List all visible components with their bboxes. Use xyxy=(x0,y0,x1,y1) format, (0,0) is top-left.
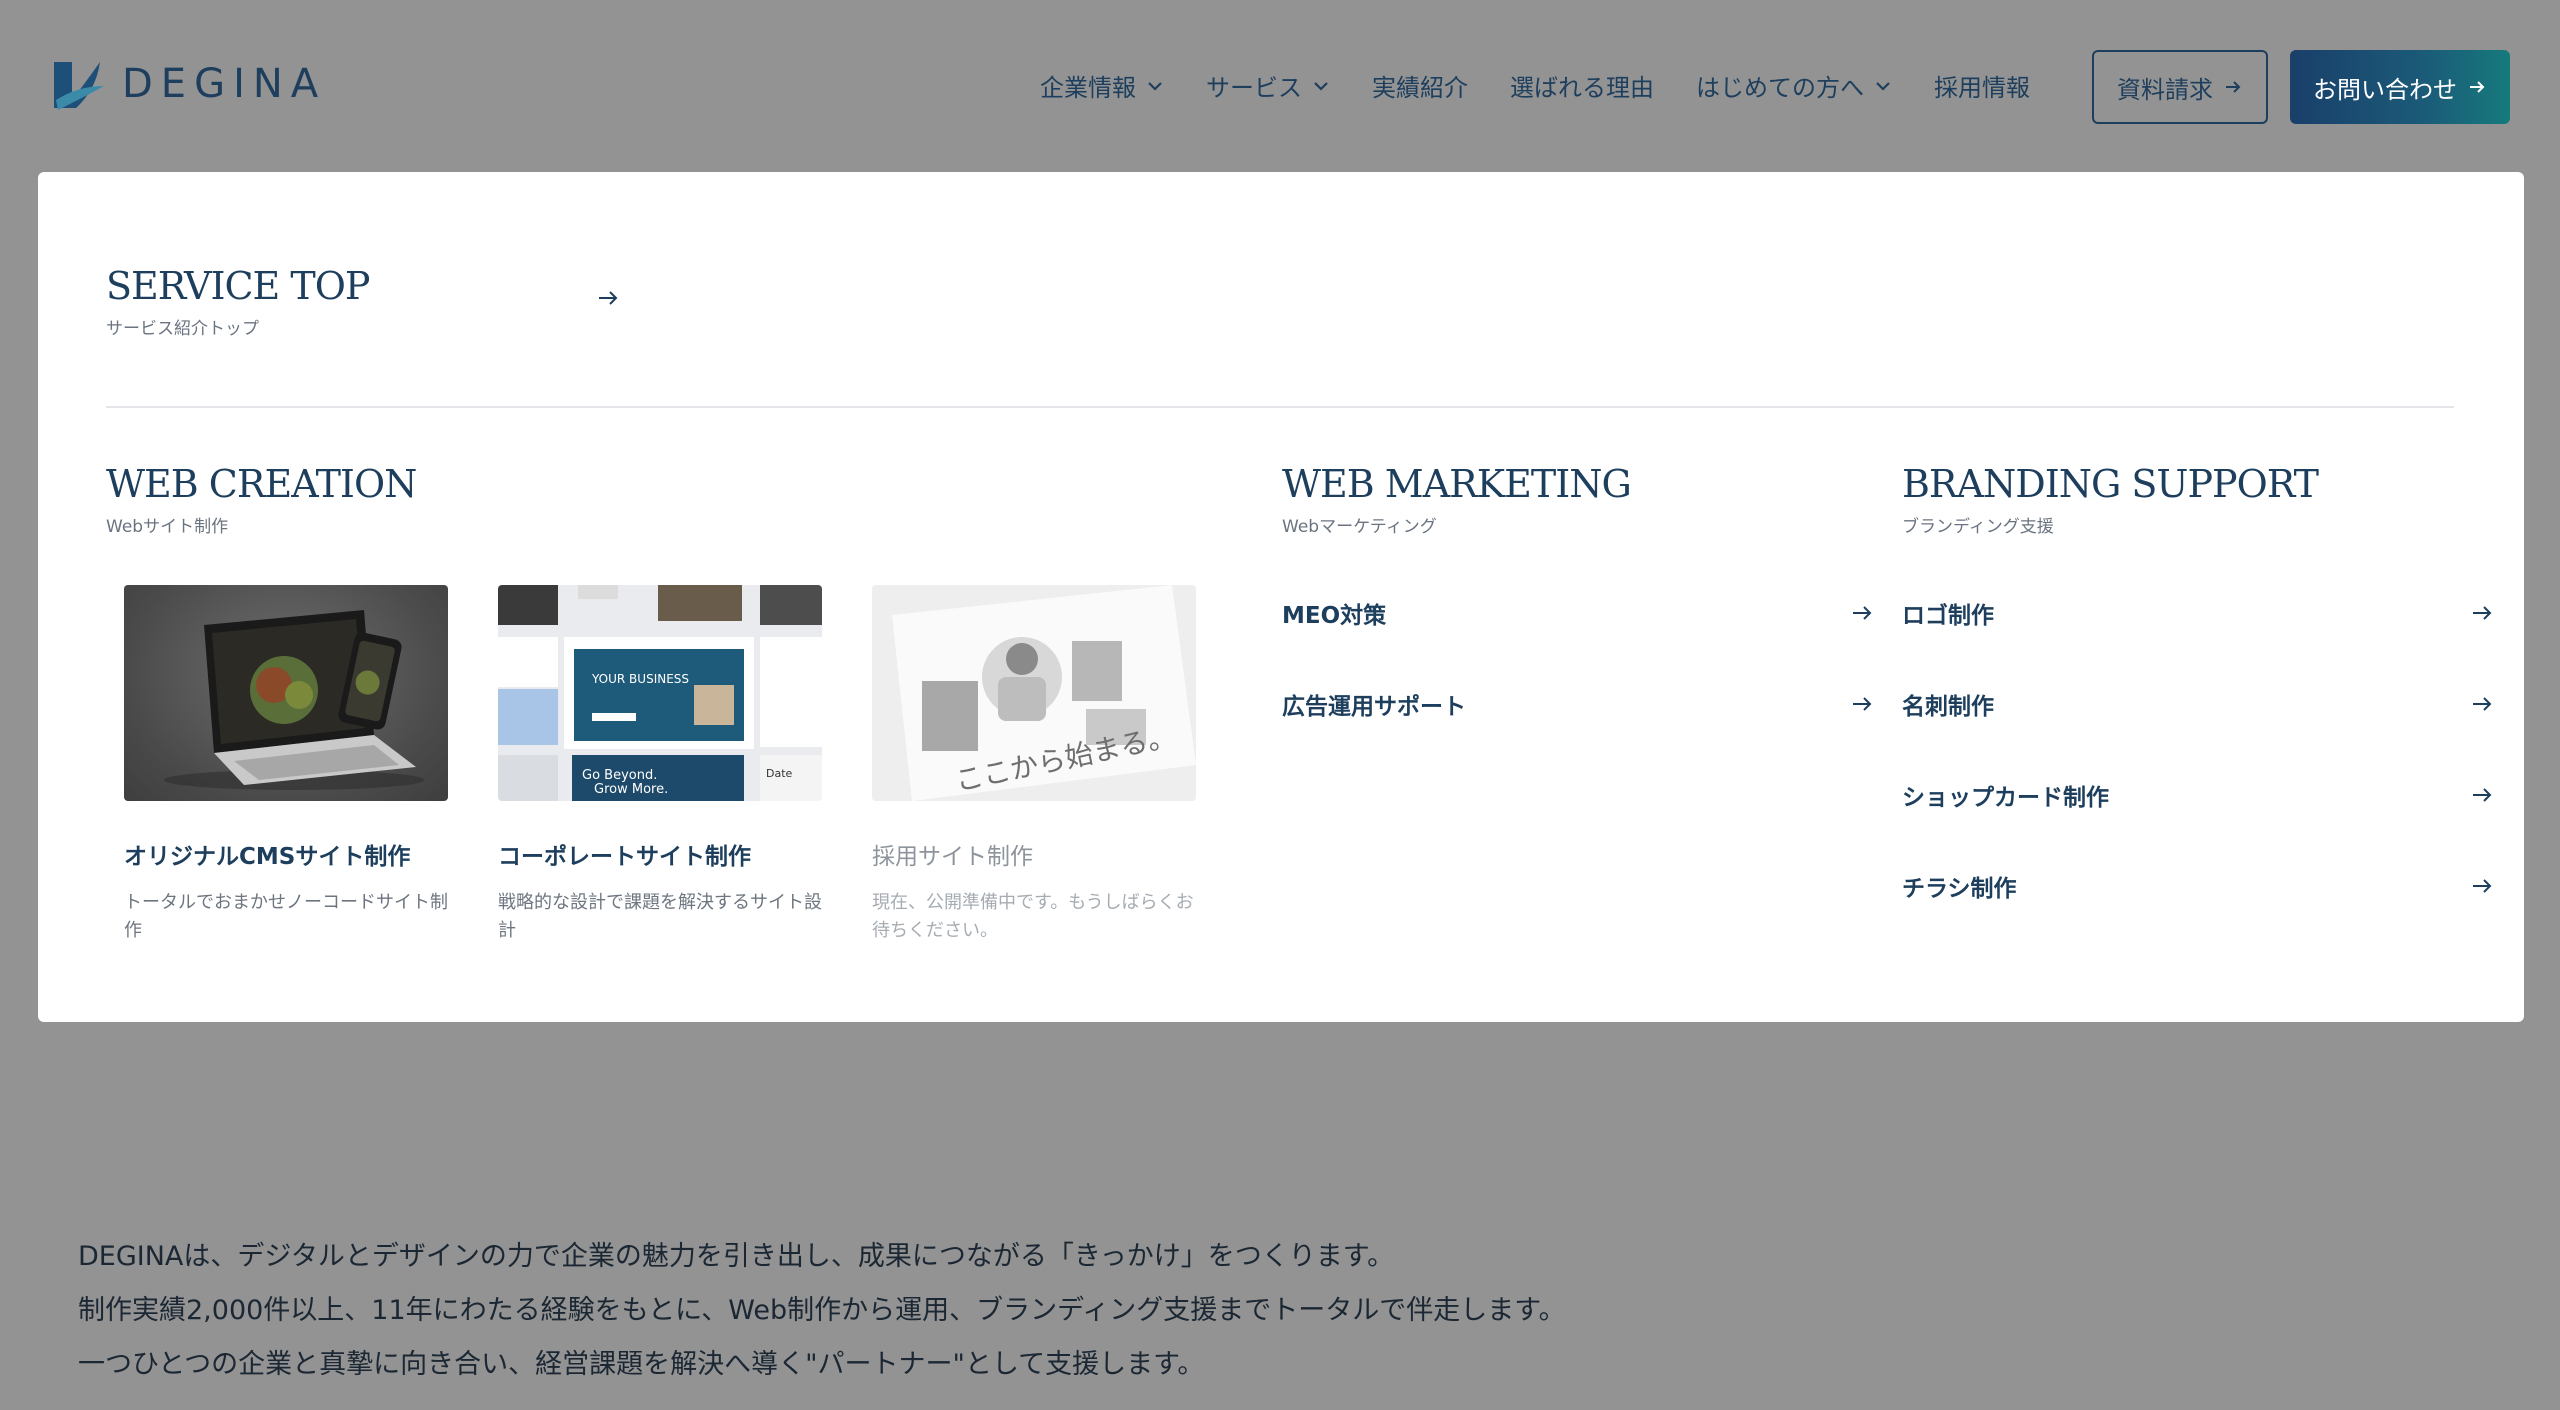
branding-support-heading: BRANDING SUPPORT ブランディング支援 xyxy=(1902,462,2319,537)
laptop-mockup-image xyxy=(124,585,448,801)
intro-line: 一つひとつの企業と真摯に向き合い、経営課題を解決へ導く"パートナー"として支援し… xyxy=(78,1349,1205,1380)
collage-illustration: YOUR BUSINESS Go Beyond. Grow More. Date xyxy=(498,585,822,801)
web-creation-title: WEB CREATION xyxy=(106,462,417,506)
arrow-right-icon xyxy=(2473,788,2492,802)
chevron-down-icon xyxy=(1314,81,1328,91)
arrow-right-icon xyxy=(2473,606,2492,620)
link-label: ロゴ制作 xyxy=(1902,603,1994,629)
card-description: トータルでおまかせノーコードサイト制作 xyxy=(124,892,448,941)
link-meo[interactable]: MEO対策 xyxy=(1282,596,1874,630)
web-marketing-heading: WEB MARKETING Webマーケティング xyxy=(1282,462,1632,537)
chevron-down-icon xyxy=(1876,81,1890,91)
intro-line: 制作実績2,000件以上、11年にわたる経験をもとに、Web制作から運用、ブラン… xyxy=(78,1295,1566,1326)
web-marketing-title: WEB MARKETING xyxy=(1282,462,1632,506)
intro-text: DEGINAは、デジタルとデザインの力で企業の魅力を引き出し、成果につながる「き… xyxy=(78,1230,1566,1392)
card-original-cms[interactable]: オリジナルCMSサイト制作 トータルでおまかせノーコードサイト制作 xyxy=(124,585,448,945)
nav-item-label: 採用情報 xyxy=(1934,74,2030,102)
branding-support-subtitle: ブランディング支援 xyxy=(1902,517,2054,537)
service-top-link[interactable]: SERVICE TOP サービス紹介トップ xyxy=(106,264,626,339)
site-header: DEGINA 企業情報 サービス 実績紹介 選ばれる理由 はじめての方へ 採用情… xyxy=(0,0,2560,172)
arrow-right-icon xyxy=(2473,697,2492,711)
arrow-right-icon xyxy=(1853,606,1872,620)
card-recruit-site[interactable]: ここから始まる。 採用サイト制作 現在、公開準備中です。もうしばらくお待ちくださ… xyxy=(872,585,1196,945)
link-ad-operation[interactable]: 広告運用サポート xyxy=(1282,687,1874,721)
link-label: チラシ制作 xyxy=(1902,876,2017,902)
request-docs-button[interactable]: 資料請求 xyxy=(2092,50,2268,124)
corporate-site-collage-image: YOUR BUSINESS Go Beyond. Grow More. Date xyxy=(498,585,822,801)
recruit-collage-illustration: ここから始まる。 xyxy=(872,585,1196,801)
site-logo[interactable]: DEGINA xyxy=(50,56,326,112)
main-nav: 企業情報 サービス 実績紹介 選ばれる理由 はじめての方へ 採用情報 xyxy=(1040,68,2072,103)
web-creation-subtitle: Webサイト制作 xyxy=(106,517,229,537)
card-corporate-site[interactable]: YOUR BUSINESS Go Beyond. Grow More. Date… xyxy=(498,585,822,945)
service-top-title: SERVICE TOP xyxy=(106,264,370,308)
nav-item-label: はじめての方へ xyxy=(1696,74,1864,102)
nav-item-works[interactable]: 実績紹介 xyxy=(1372,68,1468,103)
link-label: MEO対策 xyxy=(1282,603,1387,629)
services-mega-menu: SERVICE TOP サービス紹介トップ WEB CREATION Webサイ… xyxy=(38,172,2524,1022)
nav-item-beginners[interactable]: はじめての方へ xyxy=(1696,68,1892,103)
link-shop-card[interactable]: ショップカード制作 xyxy=(1902,778,2494,812)
nav-item-label: 選ばれる理由 xyxy=(1510,74,1654,102)
link-flyer[interactable]: チラシ制作 xyxy=(1902,869,2494,903)
arrow-right-icon xyxy=(2473,879,2492,893)
recruit-site-collage-image: ここから始まる。 xyxy=(872,585,1196,801)
laptop-illustration xyxy=(164,610,424,790)
arrow-right-icon xyxy=(599,291,618,305)
menu-divider xyxy=(106,406,2454,408)
web-creation-heading: WEB CREATION Webサイト制作 xyxy=(106,462,417,537)
contact-label: お問い合わせ xyxy=(2313,75,2457,104)
link-business-card[interactable]: 名刺制作 xyxy=(1902,687,2494,721)
arrow-right-icon xyxy=(2470,81,2485,93)
date-text: Date xyxy=(766,767,793,780)
card-description: 現在、公開準備中です。もうしばらくお待ちください。 xyxy=(872,892,1194,941)
web-marketing-subtitle: Webマーケティング xyxy=(1282,517,1437,537)
logo-mark-icon xyxy=(54,62,104,110)
nav-item-label: 企業情報 xyxy=(1040,74,1136,102)
logo-text: DEGINA xyxy=(122,61,327,107)
arrow-right-icon xyxy=(1853,697,1872,711)
contact-button[interactable]: お問い合わせ xyxy=(2290,50,2510,124)
nav-item-services[interactable]: サービス xyxy=(1206,68,1330,103)
nav-item-label: 実績紹介 xyxy=(1372,74,1468,102)
card-title: 採用サイト制作 xyxy=(872,844,1033,870)
request-docs-label: 資料請求 xyxy=(2117,75,2213,104)
grow-more-text: Grow More. xyxy=(594,782,668,797)
your-business-text: YOUR BUSINESS xyxy=(591,672,689,686)
nav-item-reasons[interactable]: 選ばれる理由 xyxy=(1510,68,1654,103)
nav-item-label: サービス xyxy=(1206,74,1302,102)
intro-line: DEGINAは、デジタルとデザインの力で企業の魅力を引き出し、成果につながる「き… xyxy=(78,1241,1395,1272)
arrow-right-icon xyxy=(2226,81,2241,93)
card-description: 戦略的な設計で課題を解決するサイト設計 xyxy=(498,892,822,941)
link-label: ショップカード制作 xyxy=(1902,785,2109,811)
card-title: オリジナルCMSサイト制作 xyxy=(124,844,411,870)
link-label: 広告運用サポート xyxy=(1282,694,1466,720)
nav-item-company[interactable]: 企業情報 xyxy=(1040,68,1164,103)
link-logo[interactable]: ロゴ制作 xyxy=(1902,596,2494,630)
link-label: 名刺制作 xyxy=(1902,694,1994,720)
card-title: コーポレートサイト制作 xyxy=(498,844,751,870)
nav-item-recruit[interactable]: 採用情報 xyxy=(1934,68,2030,103)
go-beyond-text: Go Beyond. xyxy=(582,768,657,783)
chevron-down-icon xyxy=(1148,81,1162,91)
branding-support-title: BRANDING SUPPORT xyxy=(1902,462,2319,506)
service-top-subtitle: サービス紹介トップ xyxy=(106,319,259,339)
